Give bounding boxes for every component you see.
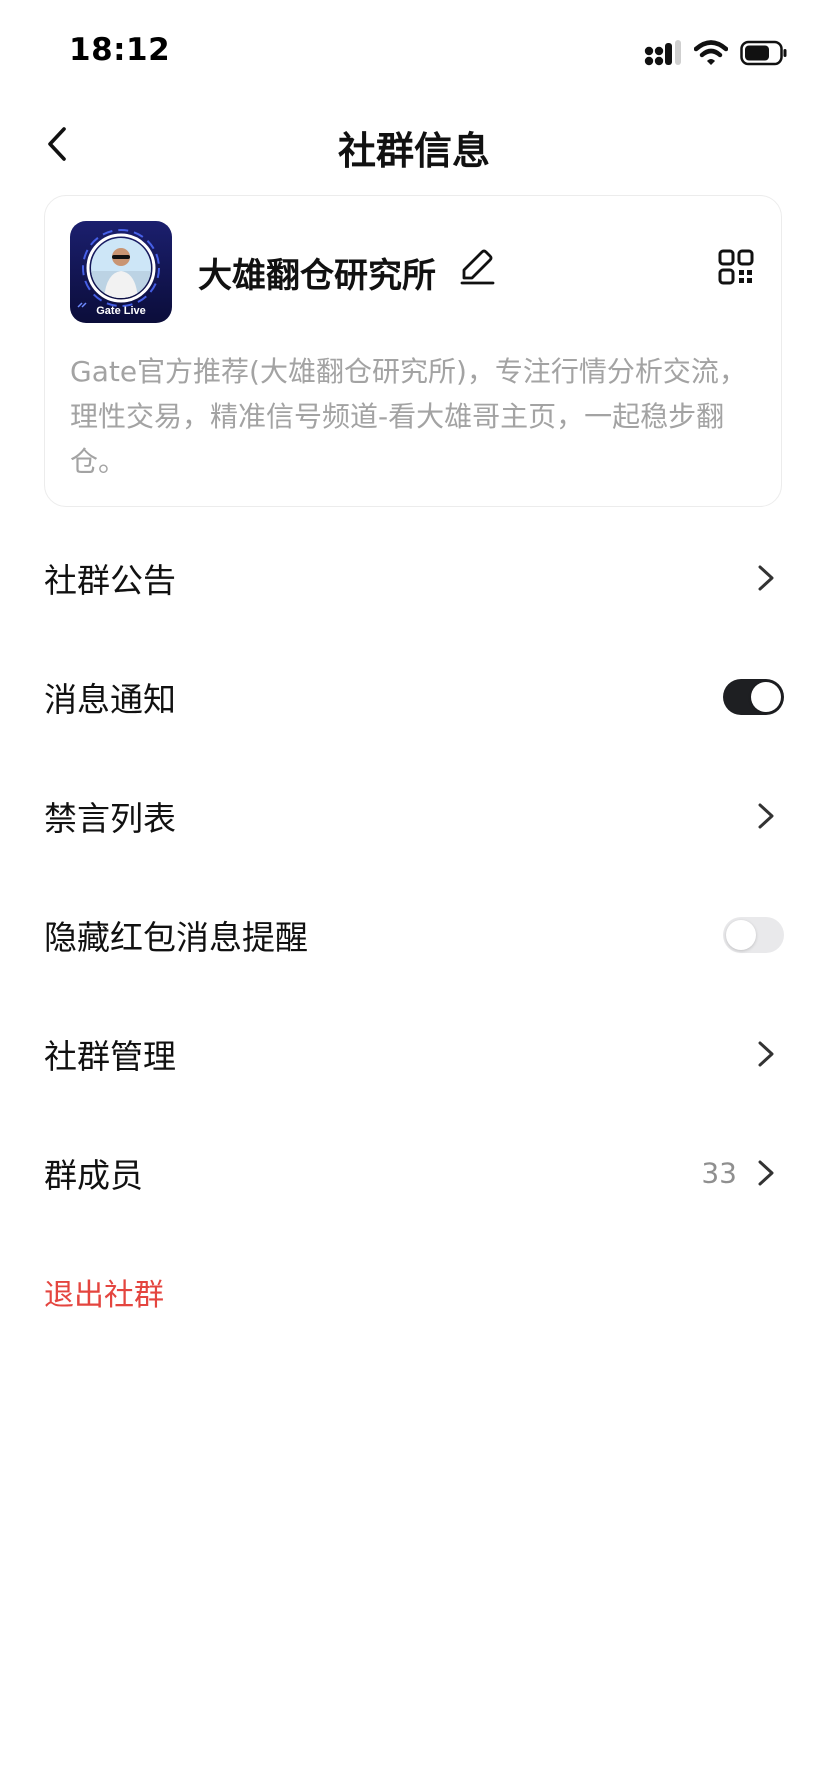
notification-toggle[interactable] [723, 678, 784, 715]
chevron-right-icon [754, 1158, 778, 1188]
mute-list-row[interactable]: 禁言列表 [0, 756, 828, 875]
nav-bar: 社群信息 [0, 100, 828, 192]
toggle-knob [751, 681, 781, 712]
announcement-row[interactable]: 社群公告 [0, 518, 828, 637]
mute-list-label: 禁言列表 [44, 798, 176, 838]
group-info-card: Gate Live 大雄翻仓研究所 Gate官方推荐(大雄翻仓研究所)，专注行情… [44, 195, 782, 507]
notification-row: 消息通知 [0, 637, 828, 756]
management-row[interactable]: 社群管理 [0, 994, 828, 1113]
qr-code-button[interactable] [713, 246, 759, 292]
status-bar: 18:12 [0, 0, 828, 100]
members-row[interactable]: 群成员 33 [0, 1113, 828, 1232]
hide-red-packet-label: 隐藏红包消息提醒 [44, 917, 308, 957]
management-label: 社群管理 [44, 1036, 176, 1076]
group-name: 大雄翻仓研究所 [198, 256, 436, 296]
chevron-right-icon [754, 1039, 778, 1069]
pencil-icon [457, 246, 497, 290]
status-icons [644, 38, 788, 68]
members-count: 33 [701, 1156, 737, 1189]
signal-icon [644, 40, 682, 66]
members-label: 群成员 [44, 1155, 143, 1195]
chevron-right-icon [754, 563, 778, 593]
announcement-label: 社群公告 [44, 560, 176, 600]
group-avatar[interactable]: Gate Live [70, 221, 172, 323]
toggle-knob [726, 919, 756, 950]
wifi-icon [694, 40, 728, 66]
group-description: Gate官方推荐(大雄翻仓研究所)，专注行情分析交流，理性交易，精准信号频道-看… [70, 355, 747, 478]
avatar-caption: Gate Live [96, 305, 146, 317]
status-time: 18:12 [69, 32, 171, 68]
hide-red-packet-row: 隐藏红包消息提醒 [0, 875, 828, 994]
edit-name-button[interactable] [453, 244, 501, 292]
qr-code-icon [718, 249, 754, 289]
chevron-right-icon [754, 801, 778, 831]
exit-group-button[interactable]: 退出社群 [44, 1270, 164, 1314]
hide-red-packet-toggle[interactable] [723, 916, 784, 953]
page-title: 社群信息 [337, 129, 490, 173]
battery-icon [740, 40, 788, 66]
notification-label: 消息通知 [44, 679, 176, 719]
settings-list: 社群公告 消息通知 禁言列表 隐藏红包消息提醒 社群管理 群成员 33 [0, 518, 828, 1232]
